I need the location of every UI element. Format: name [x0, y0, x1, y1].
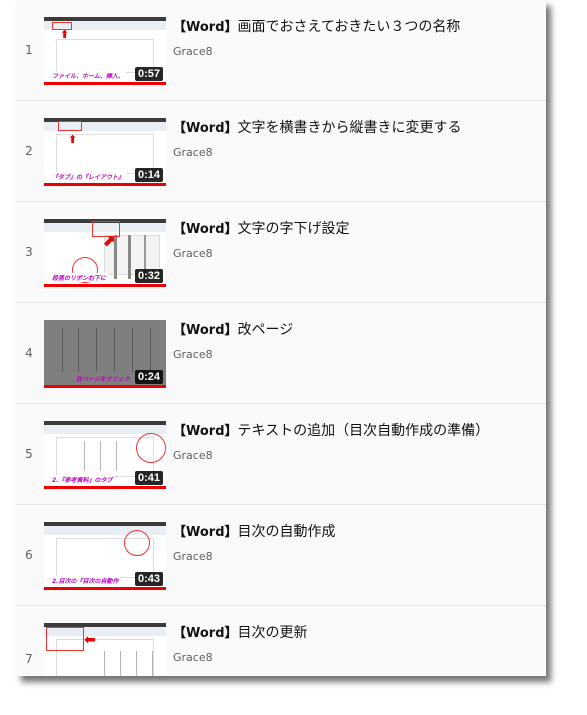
playlist-item[interactable]: 4 改ページをクリック 0:24 【Word】改ページ Grace8 — [16, 303, 546, 404]
arrow-left-icon: ⬅ — [84, 632, 96, 648]
item-index: 5 — [25, 447, 33, 461]
playlist-item[interactable]: 1 ⬆ ファイル、ホーム、挿入、 0:57 【Word】画面でおさえておきたい３… — [16, 0, 546, 101]
item-index: 4 — [25, 346, 33, 360]
watch-progress-bar — [44, 183, 166, 186]
channel-name[interactable]: Grace8 — [173, 247, 213, 260]
thumbnail-caption: ファイル、ホーム、挿入、 — [50, 71, 126, 80]
playlist-item[interactable]: 3 ⬈ 段落のリボン右下に 0:32 【Word】文字の字下げ設定 Grace8 — [16, 202, 546, 303]
video-title[interactable]: 【Word】目次の更新 — [173, 622, 308, 642]
thumbnail-caption: 2.目次の『目次の自動作 — [50, 576, 121, 585]
video-thumbnail[interactable]: ⬆ 『タブ』の『レイアウト』 0:14 — [44, 118, 166, 186]
video-title[interactable]: 【Word】文字を横書きから縦書きに変更する — [173, 117, 462, 137]
video-thumbnail[interactable]: 2.『参考資料』のタブ 0:41 — [44, 421, 166, 489]
video-duration: 0:57 — [134, 67, 163, 81]
watch-progress-bar — [44, 587, 166, 590]
channel-name[interactable]: Grace8 — [173, 45, 213, 58]
thumbnail-caption: 改ページをクリック — [76, 376, 130, 383]
video-title[interactable]: 【Word】目次の自動作成 — [173, 521, 336, 541]
channel-name[interactable]: Grace8 — [173, 348, 213, 361]
channel-name[interactable]: Grace8 — [173, 651, 213, 664]
playlist-item[interactable]: 2 ⬆ 『タブ』の『レイアウト』 0:14 【Word】文字を横書きから縦書きに… — [16, 101, 546, 202]
arrow-icon: ⬈ — [102, 231, 116, 250]
thumbnail-caption: 『タブ』の『レイアウト』 — [50, 172, 127, 181]
video-duration: 0:24 — [134, 370, 163, 384]
video-thumbnail[interactable]: ⬈ 段落のリボン右下に 0:32 — [44, 219, 166, 287]
channel-name[interactable]: Grace8 — [173, 146, 213, 159]
thumbnail-caption: 2.『参考資料』のタブ — [50, 475, 115, 484]
watch-progress-bar — [44, 284, 166, 287]
arrow-up-icon: ⬆ — [68, 133, 78, 146]
video-thumbnail[interactable]: ⬆ ファイル、ホーム、挿入、 0:57 — [44, 17, 166, 85]
watch-progress-bar — [44, 385, 166, 388]
playlist-item[interactable]: 6 2.目次の『目次の自動作 0:43 【Word】目次の自動作成 Grace8 — [16, 505, 546, 606]
video-title[interactable]: 【Word】文字の字下げ設定 — [173, 218, 350, 238]
playlist-item[interactable]: 7 ⬅ 【Word】目次の更新 Grace8 — [16, 606, 546, 676]
item-index: 2 — [25, 144, 33, 158]
watch-progress-bar — [44, 486, 166, 489]
item-index: 3 — [25, 245, 33, 259]
channel-name[interactable]: Grace8 — [173, 449, 213, 462]
playlist-panel: 1 ⬆ ファイル、ホーム、挿入、 0:57 【Word】画面でおさえておきたい３… — [16, 0, 546, 676]
arrow-up-icon: ⬆ — [60, 28, 70, 41]
item-index: 1 — [25, 43, 33, 57]
thumbnail-caption: 段落のリボン右下に — [50, 273, 109, 282]
playlist-item[interactable]: 5 2.『参考資料』のタブ 0:41 【Word】テキストの追加（目次自動作成の… — [16, 404, 546, 505]
video-thumbnail[interactable]: ⬅ — [44, 623, 166, 676]
watch-progress-bar — [44, 82, 166, 85]
video-thumbnail[interactable]: 改ページをクリック 0:24 — [44, 320, 166, 388]
channel-name[interactable]: Grace8 — [173, 550, 213, 563]
video-duration: 0:43 — [134, 572, 163, 586]
video-title[interactable]: 【Word】画面でおさえておきたい３つの名称 — [173, 16, 460, 36]
video-title[interactable]: 【Word】改ページ — [173, 319, 293, 339]
video-duration: 0:32 — [134, 269, 163, 283]
item-index: 7 — [25, 652, 33, 666]
video-duration: 0:14 — [134, 168, 163, 182]
item-index: 6 — [25, 548, 33, 562]
video-title[interactable]: 【Word】テキストの追加（目次自動作成の準備） — [173, 420, 489, 440]
video-duration: 0:41 — [134, 471, 163, 485]
video-thumbnail[interactable]: 2.目次の『目次の自動作 0:43 — [44, 522, 166, 590]
